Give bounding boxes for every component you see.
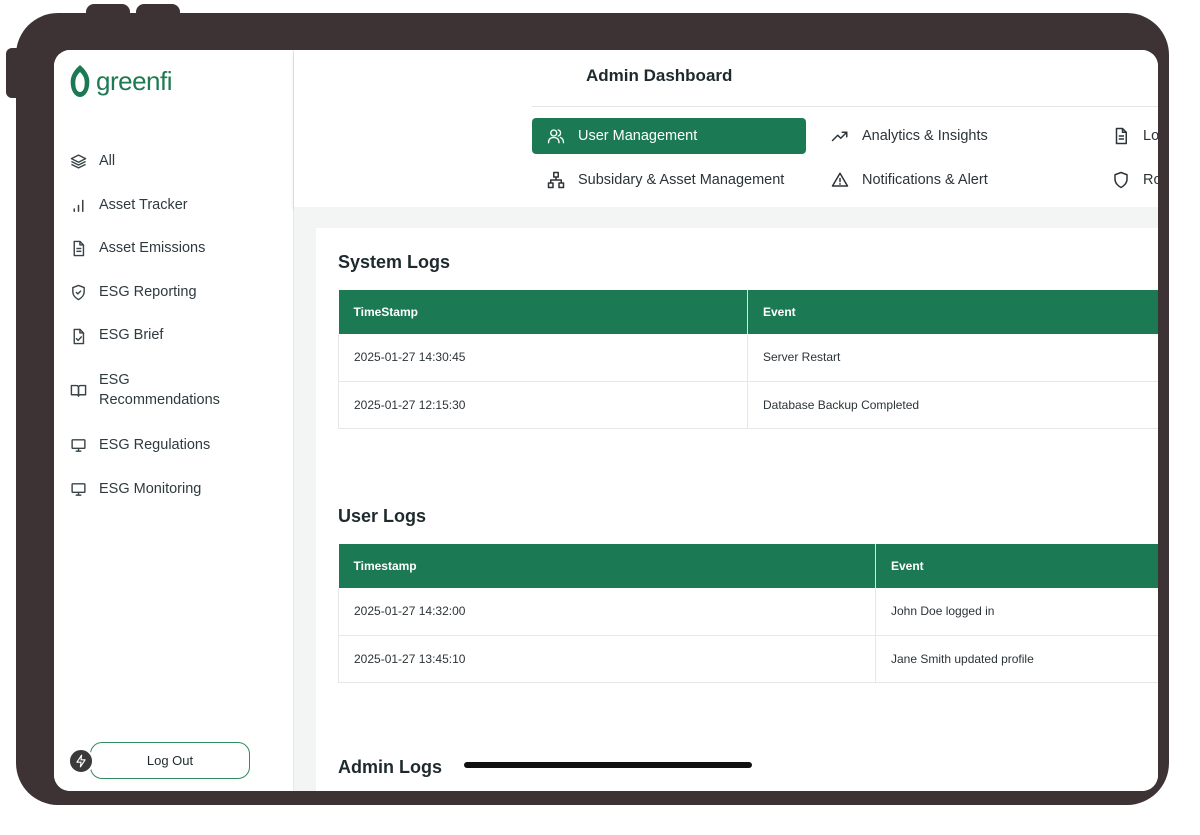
tab-label: User Management [578, 128, 698, 144]
sidebar-item-asset-emissions[interactable]: Asset Emissions [54, 227, 294, 271]
table-cell: Database Backup Completed [747, 381, 1158, 429]
sidebar-item-label: All [99, 153, 116, 170]
main-content: System Logs TimeStamp Event 2025-01-27 1… [294, 207, 1158, 791]
monitor-icon [69, 480, 87, 498]
sidebar-item-all[interactable]: All [54, 140, 294, 184]
table-cell: Jane Smith updated profile [875, 635, 1158, 683]
logout-button[interactable]: Log Out [90, 742, 250, 779]
tab-analytics-insights[interactable]: Analytics & Insights [830, 118, 988, 154]
table-row[interactable]: 2025-01-27 14:30:45 Server Restart [338, 334, 1158, 382]
tab-label: Lo [1143, 128, 1158, 144]
brand-logo[interactable]: greenfi [69, 64, 173, 98]
alert-triangle-icon [830, 170, 850, 190]
sidebar-item-esg-brief[interactable]: ESG Brief [54, 314, 294, 358]
sidebar-item-esg-regulations[interactable]: ESG Regulations [54, 424, 294, 468]
layers-icon [69, 153, 87, 171]
sidebar-item-label: Asset Emissions [99, 240, 206, 257]
table-row[interactable]: 2025-01-27 12:15:30 Database Backup Comp… [338, 381, 1158, 429]
users-icon [546, 126, 566, 146]
sidebar-item-esg-monitoring[interactable]: ESG Monitoring [54, 468, 294, 512]
system-logs-title: System Logs [338, 252, 451, 272]
document-icon [69, 240, 87, 258]
table-cell: 2025-01-27 14:32:00 [338, 588, 876, 636]
tab-label: Ro [1143, 172, 1158, 188]
table-cell: Server Restart [747, 334, 1158, 382]
column-header[interactable]: Timestamp [338, 544, 876, 588]
page-title: Admin Dashboard [586, 66, 733, 85]
book-open-icon [69, 382, 87, 400]
logout-area: Log Out [68, 742, 250, 779]
user-logs-table: Timestamp Event 2025-01-27 14:32:00 John… [338, 544, 1158, 683]
sidebar-item-label: ESG Reporting [99, 283, 197, 300]
trending-up-icon [830, 126, 850, 146]
tab-label: Analytics & Insights [862, 128, 988, 144]
tab-subsidiary-asset-management[interactable]: Subsidary & Asset Management [546, 162, 784, 198]
tablet-frame: greenfi All Asset Tracker Asset Emission… [16, 13, 1169, 805]
shield-icon [1111, 170, 1131, 190]
sidebar-item-label: ESG Monitoring [99, 480, 202, 497]
sidebar-item-esg-reporting[interactable]: ESG Reporting [54, 271, 294, 315]
table-cell: 2025-01-27 13:45:10 [338, 635, 876, 683]
sidebar-item-label: ESG Brief [99, 327, 164, 344]
document-icon [1111, 126, 1131, 146]
home-indicator[interactable] [464, 762, 752, 768]
divider [532, 106, 1158, 107]
logs-card: System Logs TimeStamp Event 2025-01-27 1… [316, 228, 1158, 791]
bolt-icon[interactable] [68, 747, 94, 774]
table-cell: John Doe logged in [875, 588, 1158, 636]
system-logs-table: TimeStamp Event 2025-01-27 14:30:45 Serv… [338, 290, 1158, 429]
screen: greenfi All Asset Tracker Asset Emission… [54, 50, 1158, 791]
tab-logs[interactable]: Lo [1111, 118, 1158, 154]
column-header[interactable]: TimeStamp [338, 290, 748, 334]
user-logs-title: User Logs [338, 506, 427, 526]
tab-label: Subsidary & Asset Management [578, 172, 785, 188]
monitor-icon [69, 437, 87, 455]
tab-label: Notifications & Alert [862, 172, 988, 188]
header: Admin Dashboard User Management Analytic… [294, 50, 1158, 207]
sidebar: greenfi All Asset Tracker Asset Emission… [54, 50, 294, 791]
column-header[interactable]: Event [747, 290, 1158, 334]
sidebar-item-label: ESG Recommendations [99, 372, 220, 408]
tab-notifications-alert[interactable]: Notifications & Alert [830, 162, 988, 198]
brand-name: greenfi [96, 65, 173, 96]
table-cell: 2025-01-27 14:30:45 [338, 334, 748, 382]
table-row[interactable]: 2025-01-27 13:45:10 Jane Smith updated p… [338, 635, 1158, 683]
tab-roles[interactable]: Ro [1111, 162, 1158, 198]
file-check-icon [69, 327, 87, 345]
sidebar-item-label: ESG Regulations [99, 436, 211, 453]
column-header[interactable]: Event [875, 544, 1158, 588]
admin-logs-title: Admin Logs [338, 757, 442, 777]
tab-user-management[interactable]: User Management [532, 118, 806, 154]
sidebar-item-esg-recommendations[interactable]: ESG Recommendations [54, 358, 294, 424]
sidebar-item-label: Asset Tracker [99, 196, 188, 213]
shield-check-icon [69, 284, 87, 302]
table-row[interactable]: 2025-01-27 14:32:00 John Doe logged in [338, 588, 1158, 636]
hierarchy-icon [546, 170, 566, 190]
bar-chart-icon [69, 196, 87, 214]
table-cell: 2025-01-27 12:15:30 [338, 381, 748, 429]
sidebar-nav: All Asset Tracker Asset Emissions ESG Re… [54, 140, 294, 511]
sidebar-item-asset-tracker[interactable]: Asset Tracker [54, 184, 294, 228]
leaf-logo-icon [70, 65, 90, 97]
